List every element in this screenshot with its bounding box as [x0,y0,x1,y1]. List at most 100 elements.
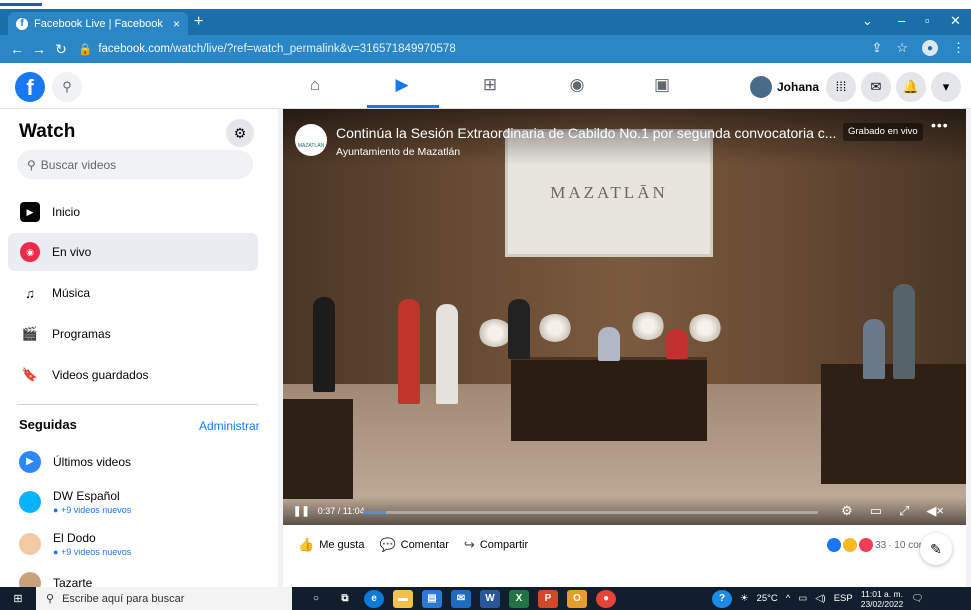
facebook-favicon-icon: f [16,17,28,30]
url-host: facebook.com [98,43,170,55]
following-heading: Seguidas [19,417,77,432]
powerpoint-icon[interactable]: P [538,589,558,608]
facebook-logo-icon[interactable]: f [15,72,45,102]
edge-icon[interactable]: e [364,589,384,608]
browser-tab[interactable]: f Facebook Live | Facebook × [8,12,188,35]
address-bar: ← → ↻ 🔒 facebook.com/watch/live/?ref=wat… [0,35,971,63]
bell-icon[interactable]: 🔔 [896,72,926,102]
following-item[interactable]: El Dodo ● +9 videos nuevos [19,531,131,557]
chevron-up-icon[interactable]: ^ [786,593,790,604]
share-page-icon[interactable]: ⇪ [871,40,882,56]
file-explorer-icon[interactable]: ▬ [393,589,413,608]
menu-grid-icon[interactable]: ⁞⁞⁞ [826,72,856,102]
search-icon[interactable]: ⚲ [52,72,82,102]
cortana-icon[interactable]: ○ [306,590,326,608]
recorded-live-badge: Grabado en vivo [843,123,923,141]
channel-logo[interactable]: MAZATLĀN [295,124,327,156]
sidebar-item-programas[interactable]: 🎬 Programas [8,315,258,353]
reload-icon[interactable]: ↻ [50,41,72,58]
outlook-icon[interactable]: O [567,589,587,608]
pause-icon[interactable]: ❚❚ [293,506,310,517]
live-icon: ◉ [20,242,40,262]
account-caret-icon[interactable]: ▾ [931,72,961,102]
system-tray: ? ☀ 25°C ^ ▭ ◁) ESP 11:01 a. m. 23/02/20… [712,587,923,610]
following-name: DW Español [53,489,120,503]
store-icon[interactable]: ▤ [422,589,442,608]
facebook-navbar: f ⚲ ⌂ ▶ ⊞ ◉ ▣ Johana ⁞⁞⁞ ✉ 🔔 ▾ [0,63,971,109]
weather-temp[interactable]: 25°C [757,593,778,604]
minimize-icon[interactable]: – [898,13,905,28]
settings-icon[interactable]: ⚙ [841,503,853,519]
language-indicator[interactable]: ESP [834,593,853,604]
video-page-name[interactable]: Ayuntamiento de Mazatlán [336,146,460,158]
volume-icon[interactable]: ◁) [815,593,825,604]
star-icon[interactable]: ☆ [896,40,908,56]
word-icon[interactable]: W [480,589,500,608]
tab-close-icon[interactable]: × [173,17,180,31]
search-icon: ⚲ [46,593,55,605]
help-icon[interactable]: ? [712,589,732,608]
home-icon[interactable]: ⌂ [303,75,327,97]
page-title: Watch [19,121,76,142]
gaming-icon[interactable]: ▣ [650,75,674,97]
marketplace-icon[interactable]: ⊞ [478,75,502,97]
restore-icon[interactable]: ▫ [925,13,930,28]
url-field[interactable]: 🔒 facebook.com/watch/live/?ref=watch_per… [78,42,456,56]
network-icon[interactable]: ▭ [798,593,807,604]
back-icon[interactable]: ← [6,41,28,57]
profile-avatar-icon[interactable]: ● [922,40,938,56]
miniplayer-icon[interactable]: ▭ [870,503,882,519]
following-item[interactable]: DW Español ● +9 videos nuevos [19,489,131,515]
following-item[interactable]: Tazarte [19,572,92,587]
video-progress-bar[interactable] [363,511,818,514]
following-name: El Dodo [53,531,96,545]
person [436,304,458,404]
windows-start-icon[interactable]: ⊞ [6,592,30,605]
sidebar-item-en-vivo[interactable]: ◉ En vivo [8,233,258,271]
gear-icon[interactable]: ⚙ [226,119,254,147]
clock-time: 11:01 a. m. [861,588,903,599]
more-options-icon[interactable]: ••• [931,117,949,133]
fullscreen-icon[interactable]: ⤢ [899,503,909,519]
avatar [750,76,772,98]
sidebar-item-musica[interactable]: ♫ Música [8,274,258,312]
watch-icon[interactable]: ▶ [390,75,414,97]
video-title[interactable]: Continúa la Sesión Extraordinaria de Cab… [336,125,840,141]
screen-logo-text: MAZATLĀN [550,183,668,202]
search-icon: ⚲ [27,157,36,172]
sidebar-item-inicio[interactable]: ▶ Inicio [8,193,258,231]
clock[interactable]: 11:01 a. m. 23/02/2022 [861,589,904,609]
following-item[interactable]: ▶ Últimos videos [19,451,131,473]
share-button[interactable]: ↪ Compartir [464,537,528,553]
following-name: Últimos videos [53,455,132,469]
profile-button[interactable]: Johana [750,72,819,102]
close-window-icon[interactable]: ✕ [950,13,961,29]
new-tab-button[interactable]: + [194,13,203,31]
like-button[interactable]: 👍 Me gusta [298,537,364,553]
search-videos-input[interactable]: ⚲ Buscar videos [17,150,253,179]
taskbar-search-input[interactable]: ⚲ Escribe aquí para buscar [36,587,292,610]
task-view-icon[interactable]: ⧉ [335,590,355,608]
manage-link[interactable]: Administrar [199,419,260,433]
chevron-down-icon[interactable]: ⌄ [862,13,873,29]
volume-muted-icon[interactable]: ◀× [926,503,944,519]
person [598,327,620,361]
mail-icon[interactable]: ✉ [451,589,471,608]
person [666,329,688,359]
following-new-count: +9 videos nuevos [60,505,132,515]
sidebar-item-videos-guardados[interactable]: 🔖 Videos guardados [8,356,258,394]
video-player[interactable]: MAZATLĀN MAZATLĀN Continúa la Sesión Ext… [283,109,966,525]
weather-icon[interactable]: ☀ [740,593,749,604]
kebab-menu-icon[interactable]: ⋮ [952,40,965,56]
messenger-icon[interactable]: ✉ [861,72,891,102]
sidebar-divider [17,404,258,405]
video-frame-desk [821,364,966,484]
excel-icon[interactable]: X [509,589,529,608]
chrome-icon[interactable]: ● [596,589,616,608]
following-new-count: +9 videos nuevos [60,547,132,557]
compose-icon[interactable]: ✎ [920,533,952,565]
groups-icon[interactable]: ◉ [565,75,589,97]
forward-icon[interactable]: → [28,41,50,57]
notification-icon[interactable]: 🗨 [911,593,923,604]
comment-button[interactable]: 💬 Comentar [379,537,448,553]
